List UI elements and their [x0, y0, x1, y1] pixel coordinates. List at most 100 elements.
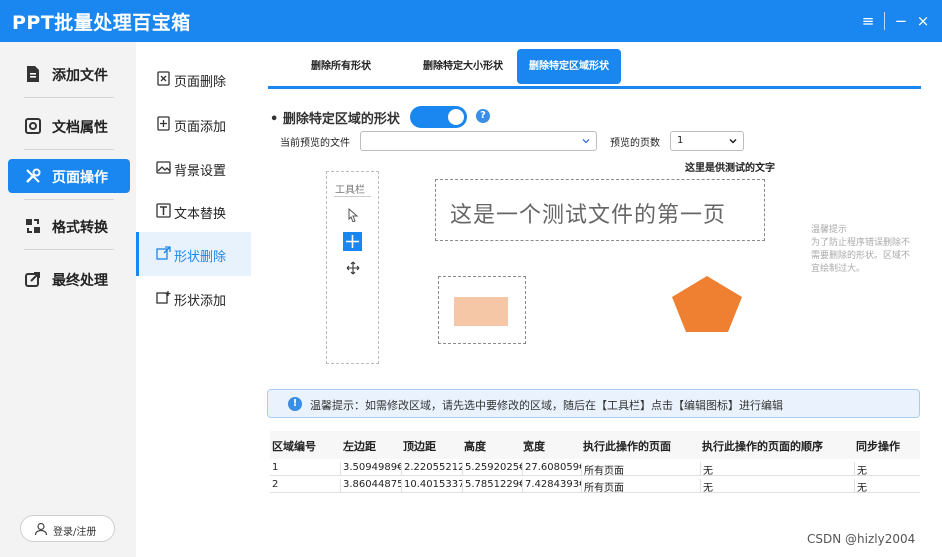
toolbox-divider [334, 196, 371, 197]
table-cell: 7.4284393€ [522, 479, 581, 493]
table-cell: 3.5094989€ [340, 462, 401, 476]
main-panel: 删除所有形状 删除特定大小形状 删除特定区域形状 • 删除特定区域的形状 ? 当… [251, 42, 942, 557]
title-separator [884, 12, 885, 30]
rectangle-fill [454, 297, 508, 326]
help-icon[interactable]: ? [476, 109, 490, 123]
table-header-cell: 区域编号 [272, 440, 316, 453]
watermark: CSDN @hizly2004 [807, 532, 916, 546]
text-replace-icon [156, 203, 171, 218]
table-header-cell: 左边距 [343, 440, 376, 453]
slide-text: 这是一个测试文件的第一页 [450, 203, 727, 228]
menu-icon[interactable]: ≡ [858, 11, 878, 31]
move-icon[interactable] [346, 261, 360, 275]
sidebar-item-properties[interactable]: 文档属性 [8, 109, 130, 143]
subnav-item-label: 形状删除 [174, 250, 227, 265]
table-row[interactable]: 2 3.86044875 10.4015337 5.7851229€ 7.428… [270, 477, 920, 493]
sidebar-divider [24, 149, 114, 150]
subnav-item-shape-add[interactable]: 形状添加 [136, 276, 251, 320]
sidebar-divider [24, 199, 114, 200]
sidebar-item-convert[interactable]: 格式转换 [8, 209, 130, 243]
export-icon [25, 272, 40, 287]
table-cell: 无 [700, 479, 854, 493]
tab-delete-by-size[interactable]: 删除特定大小形状 [398, 49, 528, 84]
info-icon: ! [288, 397, 302, 411]
toolbox-title: 工具栏 [335, 185, 365, 196]
page-select[interactable]: 1 [670, 131, 744, 151]
login-button[interactable]: 登录/注册 [20, 515, 115, 542]
file-icon [27, 66, 39, 82]
sidebar-item-page-ops[interactable]: 页面操作 [8, 159, 130, 193]
table-header-cell: 同步操作 [856, 440, 900, 453]
sidebar-divider [24, 249, 114, 250]
toolbox-panel: 工具栏 [326, 171, 379, 364]
convert-icon [26, 219, 40, 233]
subnav-item-label: 页面删除 [174, 75, 227, 90]
tab-bar: 删除所有形状 删除特定大小形状 删除特定区域形状 [268, 42, 921, 89]
chevron-down-icon [582, 139, 590, 144]
slide-textbox[interactable]: 这是一个测试文件的第一页 [435, 179, 765, 241]
section-title: • 删除特定区域的形状 [270, 112, 400, 127]
close-icon[interactable]: × [913, 11, 933, 31]
login-label: 登录/注册 [53, 527, 97, 538]
shape-add-icon [156, 291, 171, 304]
table-row[interactable]: 1 3.5094989€ 2.22055212 5.2592025€ 27.60… [270, 460, 920, 476]
subnav-item-label: 页面添加 [174, 120, 227, 135]
subnav-item-text-replace[interactable]: 文本替换 [136, 189, 251, 233]
table-cell: 所有页面 [581, 462, 700, 476]
properties-icon [25, 118, 41, 134]
table-header-cell: 执行此操作的页面的顺序 [702, 440, 823, 453]
tab-delete-by-region[interactable]: 删除特定区域形状 [517, 49, 621, 84]
sidebar-item-final[interactable]: 最终处理 [8, 262, 130, 296]
sidebar-divider [24, 97, 114, 98]
sidebar-item-label: 格式转换 [52, 220, 108, 236]
sidebar-item-add-file[interactable]: 添加文件 [8, 57, 130, 91]
table-cell: 无 [700, 462, 854, 476]
chevron-down-icon [729, 138, 737, 144]
pointer-icon[interactable] [346, 208, 360, 222]
table-cell: 所有页面 [581, 479, 700, 493]
file-select-label: 当前预览的文件 [280, 138, 350, 149]
minimize-icon[interactable]: − [891, 11, 911, 31]
subnav-item-page-delete[interactable]: 页面删除 [136, 57, 251, 101]
title-bar: PPT批量处理百宝箱 ≡ − × [0, 0, 942, 42]
side-tip-text: 温馨提示 为了防止程序错误删除不需要删除的形状。区域不宜绘制过大。 [811, 225, 911, 274]
table-cell: 2 [272, 479, 279, 490]
sidebar-item-label: 文档属性 [52, 120, 108, 136]
subnav-item-label: 文本替换 [174, 207, 227, 222]
file-select[interactable] [360, 131, 597, 151]
section-title-text: 删除特定区域的形状 [282, 112, 400, 127]
table-cell: 无 [854, 479, 920, 493]
table-header-cell: 宽度 [523, 440, 545, 453]
toggle-knob [448, 109, 464, 125]
notice-banner: ! 温馨提示：如需修改区域，请先选中要修改的区域，随后在【工具栏】点击【编辑图标… [267, 389, 920, 418]
subnav-item-label: 形状添加 [174, 294, 227, 309]
sidebar-item-label: 添加文件 [52, 68, 108, 84]
app-title: PPT批量处理百宝箱 [12, 12, 191, 34]
table-cell: 1 [272, 462, 279, 473]
sidebar-item-label: 最终处理 [52, 273, 108, 289]
subnav-item-shape-delete[interactable]: 形状删除 [136, 232, 251, 276]
slide-rectangle-shape[interactable] [438, 276, 526, 344]
primary-sidebar: 添加文件 文档属性 页面操作 格式转换 最终处理 登录/注册 [0, 42, 136, 557]
sidebar-item-label: 页面操作 [52, 170, 108, 186]
tab-delete-all[interactable]: 删除所有形状 [281, 49, 401, 84]
active-indicator [136, 232, 139, 276]
notice-text: 温馨提示：如需修改区域，请先选中要修改的区域，随后在【工具栏】点击【编辑图标】进… [310, 399, 783, 412]
table-cell: 5.7851229€ [462, 479, 522, 493]
enable-toggle[interactable] [410, 106, 467, 128]
side-tip: 温馨提示 为了防止程序错误删除不需要删除的形状。区域不宜绘制过大。 [811, 224, 911, 276]
table-header-cell: 高度 [464, 440, 486, 453]
table-cell: 5.2592025€ [462, 462, 522, 476]
page-add-icon [157, 116, 170, 131]
secondary-sidebar: 页面删除 页面添加 背景设置 文本替换 形状删除 形状添加 [136, 42, 251, 557]
subnav-item-background[interactable]: 背景设置 [136, 146, 251, 190]
add-region-icon[interactable] [343, 232, 362, 251]
subnav-item-label: 背景设置 [174, 164, 227, 179]
page-delete-icon [157, 71, 170, 86]
pentagon-shape[interactable] [670, 274, 744, 334]
table-cell: 无 [854, 462, 920, 476]
subnav-item-page-add[interactable]: 页面添加 [136, 102, 251, 146]
table-cell: 27.608059€ [522, 462, 581, 476]
table-header-cell: 顶边距 [403, 440, 436, 453]
table-header: 区域编号 左边距 顶边距 高度 宽度 执行此操作的页面 执行此操作的页面的顺序 … [270, 431, 920, 459]
